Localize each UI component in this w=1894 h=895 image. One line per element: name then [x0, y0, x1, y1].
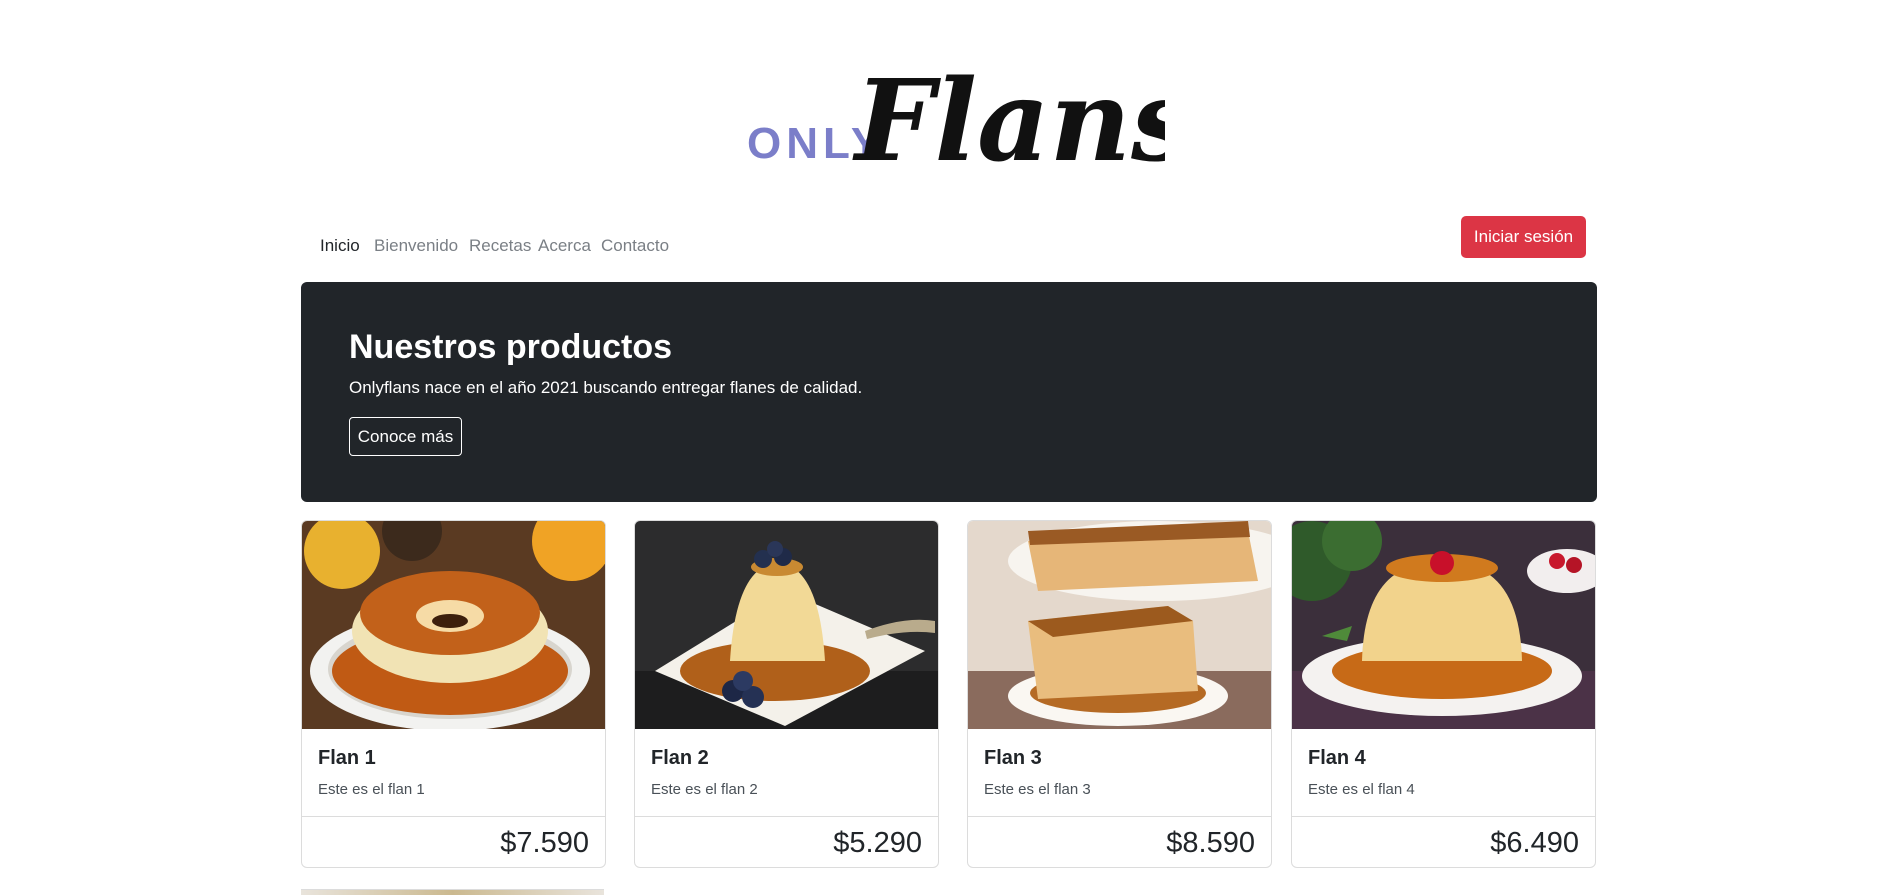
card-title: Flan 4: [1308, 747, 1366, 769]
card-price: $6.490: [1490, 827, 1579, 859]
card-title: Flan 1: [318, 747, 376, 769]
logo-flans-text: Flans: [852, 56, 1165, 187]
nav-link-inicio[interactable]: Inicio: [320, 236, 360, 256]
card-text: Este es el flan 3: [984, 781, 1091, 798]
card-body: Flan 2 Este es el flan 2: [635, 729, 938, 817]
flan-slice-image: [968, 521, 1271, 729]
cherry-flan-image: [1292, 521, 1595, 729]
ring-flan-image: [302, 521, 605, 729]
card-body: Flan 3 Este es el flan 3: [968, 729, 1271, 817]
hero-text: Onlyflans nace en el año 2021 buscando e…: [349, 378, 863, 397]
nav-link-recetas[interactable]: Recetas: [469, 236, 531, 256]
hero-title: Nuestros productos: [349, 328, 673, 366]
product-card-4[interactable]: Flan 4 Este es el flan 4 $6.490: [1291, 520, 1596, 868]
nav-link-bienvenido[interactable]: Bienvenido: [374, 236, 458, 256]
card-price: $8.590: [1166, 827, 1255, 859]
nav-link-contacto[interactable]: Contacto: [601, 236, 669, 256]
product-card-2[interactable]: Flan 2 Este es el flan 2 $5.290: [634, 520, 939, 868]
card-price: $5.290: [833, 827, 922, 859]
card-title: Flan 3: [984, 747, 1042, 769]
learn-more-button[interactable]: Conoce más: [349, 417, 462, 456]
card-title: Flan 2: [651, 747, 709, 769]
nav-link-acerca[interactable]: Acerca: [538, 236, 591, 256]
hero-banner: Nuestros productos Onlyflans nace en el …: [301, 282, 1597, 502]
card-body: Flan 1 Este es el flan 1: [302, 729, 605, 817]
main-nav: Inicio Bienvenido Recetas Acerca Contact…: [301, 216, 1597, 270]
logo-graphic: ONLY Flans: [747, 56, 1165, 187]
product-card-1[interactable]: Flan 1 Este es el flan 1 $7.590: [301, 520, 606, 868]
card-text: Este es el flan 2: [651, 781, 758, 798]
product-card-3[interactable]: Flan 3 Este es el flan 3 $8.590: [967, 520, 1272, 868]
login-button[interactable]: Iniciar sesión: [1461, 216, 1586, 258]
card-price: $7.590: [500, 827, 589, 859]
onlyflans-logo[interactable]: ONLY Flans: [735, 48, 1165, 188]
card-text: Este es el flan 4: [1308, 781, 1415, 798]
blueberry-flan-image: [635, 521, 938, 729]
next-card-peek: [301, 889, 604, 895]
card-body: Flan 4 Este es el flan 4: [1292, 729, 1595, 817]
card-text: Este es el flan 1: [318, 781, 425, 798]
